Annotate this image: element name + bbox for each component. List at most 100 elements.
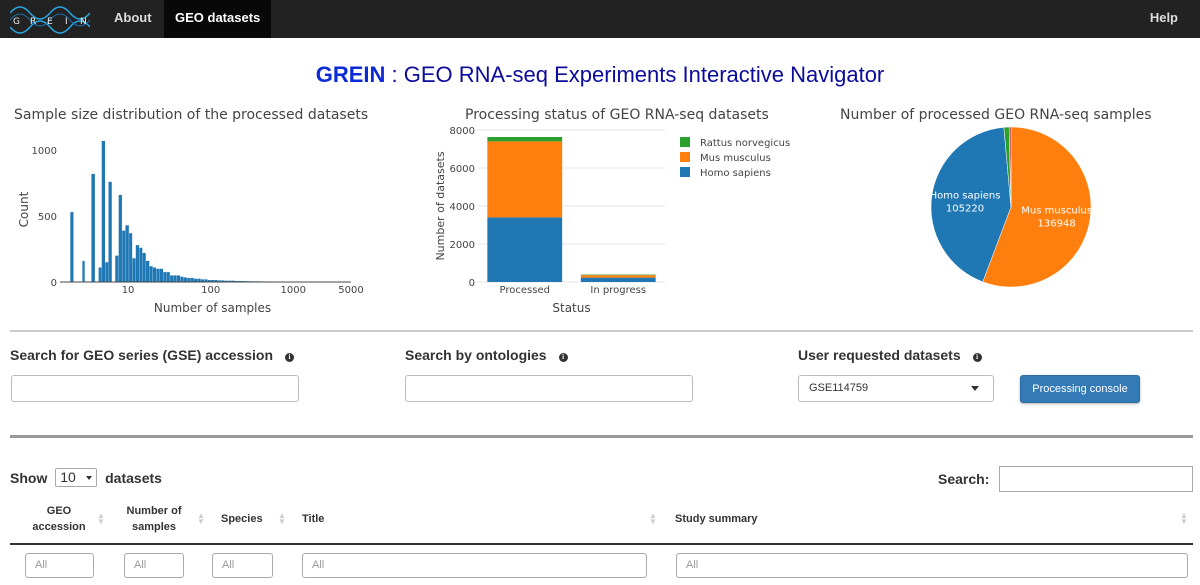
histogram-bar [125,225,129,282]
histogram-bar [118,195,122,282]
column-header-text: GEO [46,505,72,517]
column-header-accession[interactable]: GEO accession [22,503,96,535]
legend-swatch [680,152,690,162]
info-icon[interactable]: i [285,353,295,362]
histogram-bar [166,272,170,282]
legend-label: Homo sapiens [700,168,771,179]
y-axis-label: Count [17,191,31,227]
histogram-bar [101,140,105,282]
sort-icon[interactable]: ▲ ▼ [197,512,205,526]
nav-about[interactable]: About [103,0,163,38]
processing-status-chart[interactable]: 0 2000 4000 6000 8000 Processed In progressSta… [420,120,810,320]
page-length-value: 10 [60,469,76,485]
histogram-bar [142,253,146,282]
datasets-label: datasets [105,470,162,486]
filter-accession-input[interactable]: All [25,553,94,578]
page-title-brand: GREIN [315,62,386,87]
column-header-species[interactable]: Species [221,511,263,527]
histogram-bar [170,275,174,282]
y-tick-label: 4000 [450,202,475,213]
x-tick-label: 1000 [281,285,306,296]
sort-down-icon: ▼ [1180,517,1188,526]
legend-swatch [680,137,690,147]
histogram-bar [146,260,150,282]
legend-label: Rattus norvegicus [700,138,790,149]
legend-label: Mus musculus [700,153,771,164]
page-title: GREIN : GEO RNA-seq Experiments Interact… [0,62,1200,88]
histogram-bar [115,255,119,282]
histogram-bar [139,247,143,282]
filter-species-input[interactable]: All [212,553,273,578]
x-tick-label: In progress [590,285,646,296]
logo-letter: E [47,17,53,27]
x-tick-label: 100 [201,285,220,296]
chevron-down-icon [971,386,979,391]
show-label: Show [10,470,48,486]
column-header-samples[interactable]: Number of samples [117,503,191,535]
histogram-bar [122,230,126,282]
y-tick-label: 0 [469,278,475,289]
stacked-bar-segment [487,137,563,142]
histogram-bar [98,267,102,282]
filter-title-input[interactable]: All [302,553,647,578]
logo-letter: I [65,17,68,27]
chevron-down-icon [86,476,93,480]
y-tick-label: 500 [38,212,57,223]
column-header-text: accession [32,521,86,533]
user-requested-select[interactable]: GSE114759 [798,375,994,402]
ontology-search-input[interactable] [405,375,693,402]
pie-label: Mus musculus [1021,205,1092,216]
y-tick-label: 2000 [450,240,475,251]
y-tick-label: 1000 [32,146,57,157]
sort-icon[interactable]: ▲ ▼ [1180,512,1188,526]
column-header-text: Number of [126,505,182,517]
pie-value: 105220 [946,204,984,215]
y-tick-label: 0 [51,278,57,289]
sort-down-icon: ▼ [97,517,105,526]
histogram-bar [159,268,164,282]
section-divider [10,435,1193,438]
user-requested-value: GSE114759 [809,382,869,394]
page-title-separator: : [385,62,404,87]
gse-search-input[interactable] [11,375,299,402]
sample-size-histogram[interactable]: 0 500 1000 10 100 1000 5000 Number of samples Co… [0,125,380,320]
sort-icon[interactable]: ▲ ▼ [649,512,657,526]
legend-swatch [680,167,690,177]
info-icon[interactable]: i [972,353,982,362]
info-icon[interactable]: i [558,353,568,362]
column-header-text: samples [131,521,177,533]
y-tick-label: 8000 [450,126,475,137]
logo-letter: N [80,17,87,27]
sort-down-icon: ▼ [197,517,205,526]
histogram-bar [70,212,74,282]
stacked-bar-segment [580,277,656,282]
sort-down-icon: ▼ [649,517,657,526]
processing-console-button[interactable]: Processing console [1020,375,1140,403]
x-tick-label: Processed [500,285,550,296]
histogram-bar [180,276,184,282]
ontology-search-label-text: Search by ontologies [405,347,547,363]
column-header-title[interactable]: Title [302,511,324,527]
histogram-bar [176,275,181,282]
processed-samples-pie[interactable]: Mus musculus 136948 Homo sapiens 105220 [920,125,1100,290]
navbar: G R E I N About GEO datasets Help [0,0,1200,38]
page-length-select[interactable]: 10 [55,468,98,487]
sort-down-icon: ▼ [278,517,286,526]
table-search-input[interactable] [999,466,1193,492]
filter-summary-input[interactable]: All [676,553,1188,578]
histogram-bar [156,268,160,282]
filter-samples-input[interactable]: All [124,553,184,578]
histogram-bar [149,266,153,282]
nav-help[interactable]: Help [1150,0,1178,38]
nav-geo-datasets[interactable]: GEO datasets [164,0,272,38]
column-header-summary[interactable]: Study summary [675,511,758,527]
gse-search-label-text: Search for GEO series (GSE) accession [10,347,274,363]
grein-logo[interactable]: G R E I N [10,3,90,36]
histogram-bar [187,278,191,282]
sort-icon[interactable]: ▲ ▼ [97,512,105,526]
logo-letter: R [30,17,36,27]
user-requested-label: User requested datasets i [798,347,982,363]
ontology-search-label: Search by ontologies i [405,347,568,363]
sort-icon[interactable]: ▲ ▼ [278,512,286,526]
stacked-bar-segment [487,141,563,218]
